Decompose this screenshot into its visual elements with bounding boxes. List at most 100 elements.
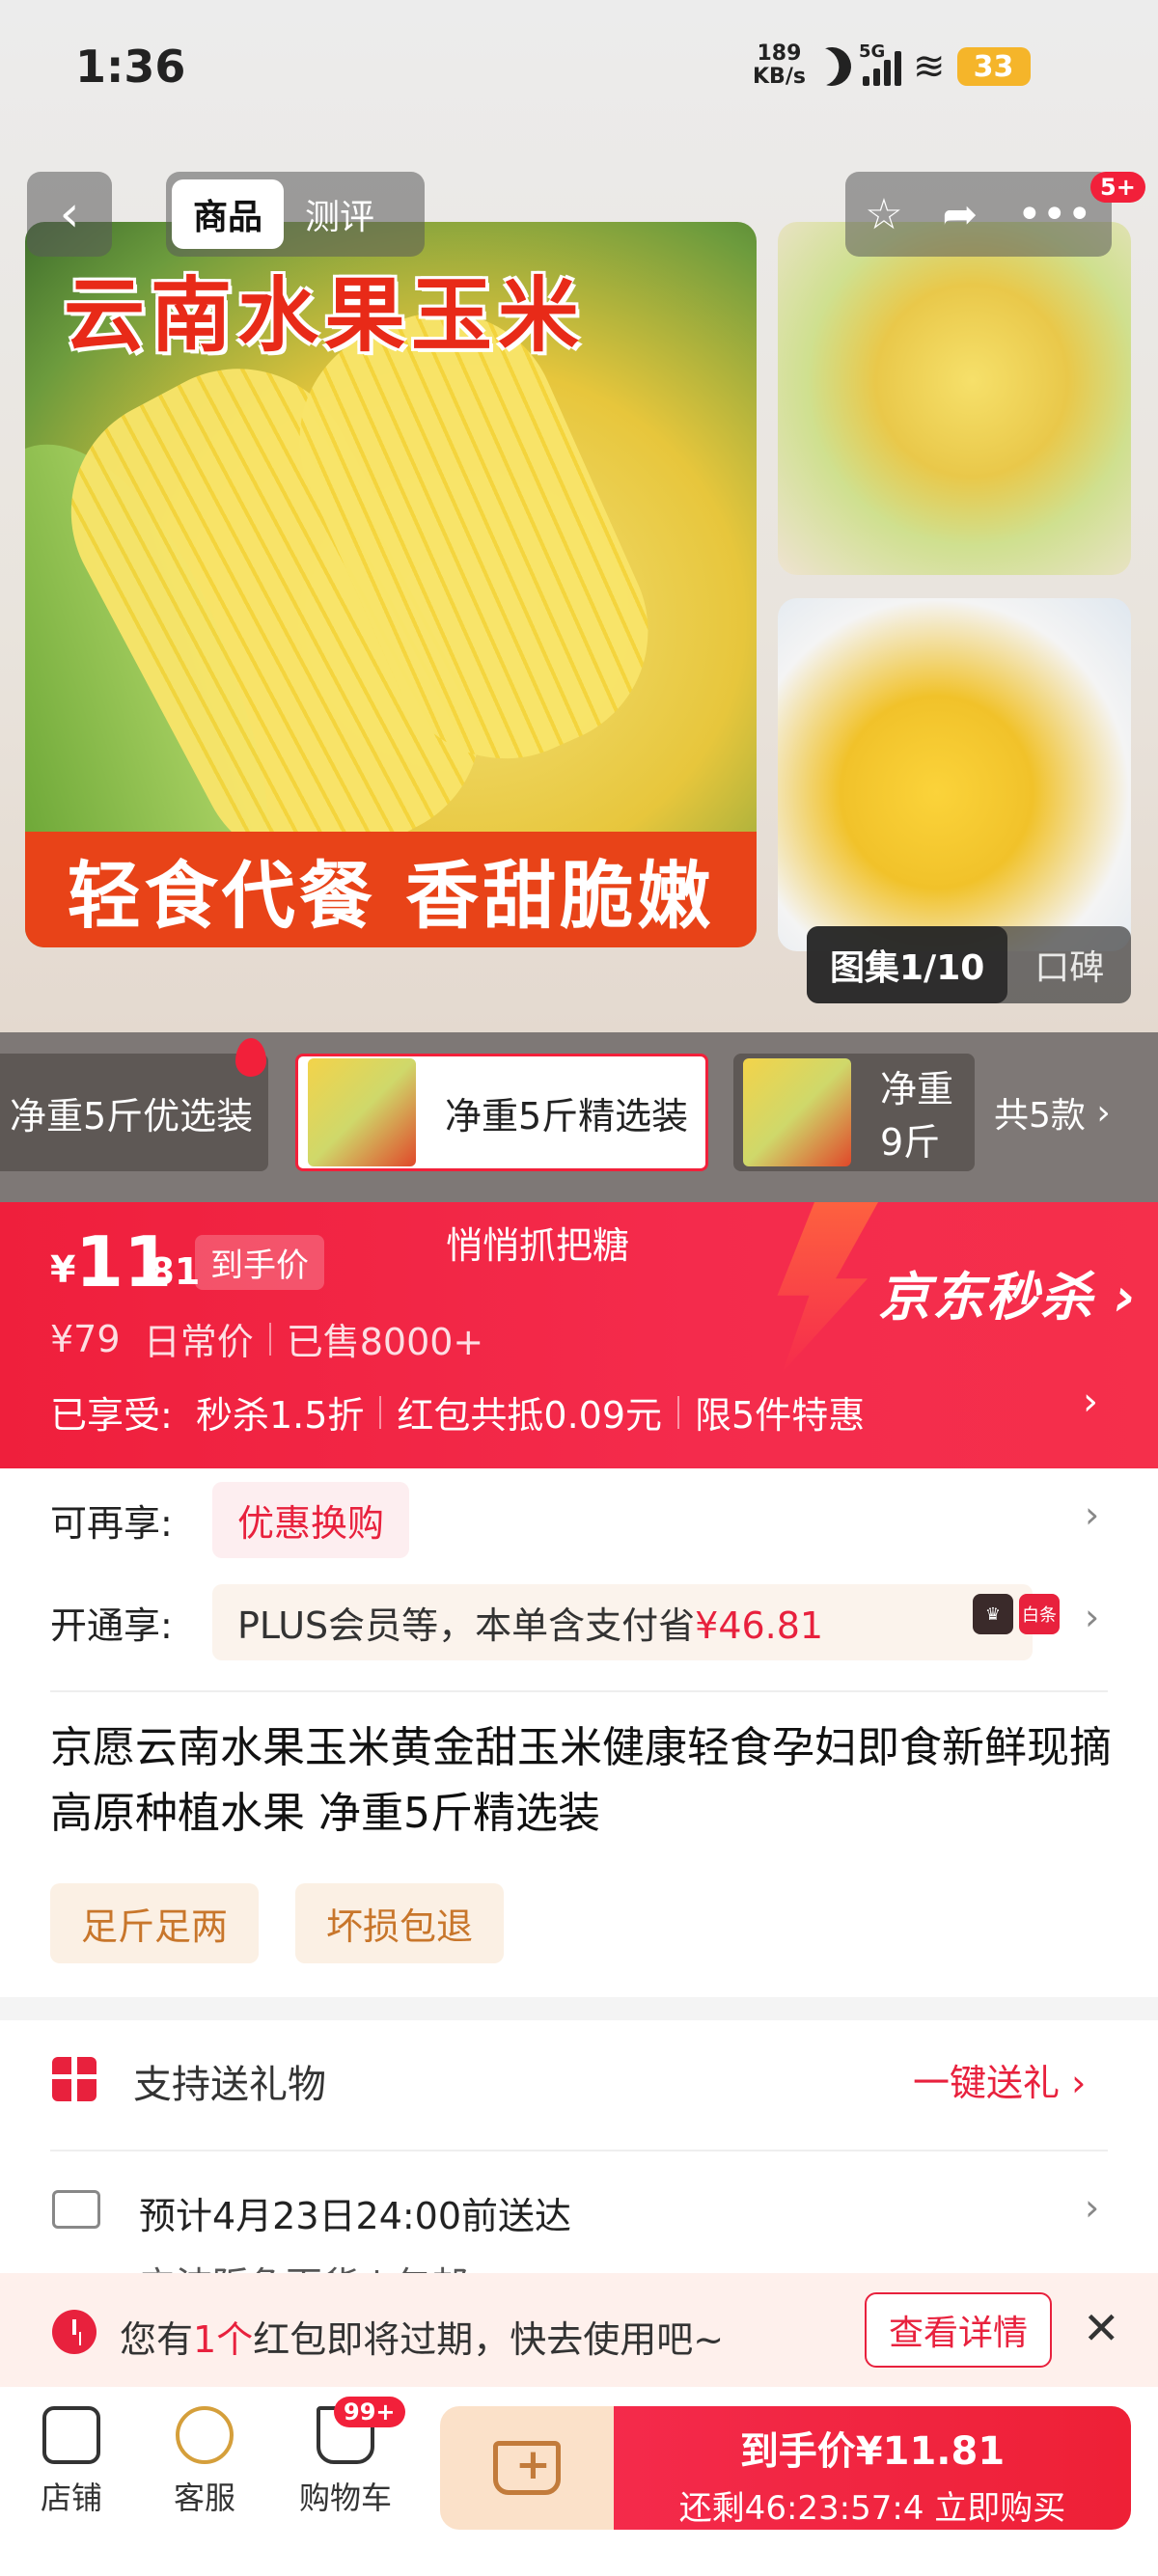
chevron-right-icon: › — [1094, 1267, 1139, 1328]
store-icon — [42, 2406, 100, 2464]
divider — [379, 1395, 382, 1429]
add-cart-icon — [493, 2440, 561, 2495]
lightning-icon — [777, 1202, 878, 1372]
tab-group: 商品 测评 — [166, 172, 425, 257]
promo-item: 秒杀1.5折 — [195, 1394, 365, 1437]
delivery-estimate[interactable]: 预计4月23日24:00前送达 — [139, 2186, 571, 2239]
product-title: 京愿云南水果玉米黄金甜玉米健康轻食孕妇即食新鲜现摘高原种植水果 净重5斤精选装 — [50, 1723, 1112, 1838]
customer-service-button[interactable]: 客服 — [147, 2406, 262, 2518]
divider — [268, 1322, 271, 1356]
network-speed-unit: KB/s — [753, 65, 806, 89]
status-icons: 5G ≋ 33 — [813, 41, 1031, 89]
plus-offer-amount: ¥46.81 — [695, 1604, 824, 1647]
battery-icon: 33 — [956, 47, 1031, 86]
share-icon[interactable]: ➦ — [942, 190, 978, 239]
status-bar: 1:36 189 KB/s 5G ≋ 33 — [0, 0, 1158, 135]
plus-offer-chip[interactable]: PLUS会员等，本单含支付省¥46.81 — [212, 1584, 1033, 1660]
service-label: 客服 — [173, 2480, 235, 2516]
seckill-link[interactable]: 京东秒杀 › — [878, 1254, 1138, 1330]
plus-icons: ♛ 白条 — [973, 1594, 1060, 1634]
network-speed-value: 189 — [757, 41, 802, 66]
star-icon[interactable]: ☆ — [865, 190, 902, 239]
plus-label: 开通享: — [50, 1604, 173, 1647]
price-currency: ¥ — [50, 1248, 76, 1291]
cart-label: 购物车 — [298, 2480, 392, 2516]
wifi-icon: ≋ — [913, 44, 946, 89]
price-bar: ¥ 11 .81 到手价 悄悄抓把糖 京东秒杀 › ¥79 日常价 已售8000… — [0, 1202, 1158, 1468]
notice-prefix: 您有 — [120, 2318, 194, 2361]
variant-total-button[interactable]: 共5款 › — [994, 1054, 1111, 1171]
close-icon[interactable]: ✕ — [1083, 2302, 1120, 2354]
chevron-right-icon[interactable]: › — [1085, 1596, 1099, 1638]
chevron-right-icon: › — [1085, 1092, 1111, 1133]
store-button[interactable]: 店铺 — [14, 2406, 129, 2518]
info-card: 可再享: 优惠换购 › 开通享: PLUS会员等，本单含支付省¥46.81 ♛ … — [0, 1468, 1158, 1997]
truck-icon — [52, 2190, 100, 2229]
promo-item: 红包共抵0.09元 — [397, 1394, 663, 1437]
plus-crown-icon: ♛ — [973, 1594, 1013, 1634]
gift-support-text: 支持送礼物 — [133, 2063, 326, 2107]
price-slogan: 悄悄抓把糖 — [446, 1224, 630, 1267]
tab-product[interactable]: 商品 — [172, 179, 285, 249]
variant-thumbnail — [743, 1058, 851, 1166]
add-to-cart-button[interactable] — [440, 2406, 614, 2530]
gallery-switch[interactable]: 图集1/10 口碑 — [807, 926, 1131, 1003]
cart-badge: 99+ — [334, 2397, 405, 2427]
promo-item: 限5件特惠 — [695, 1394, 866, 1437]
variant-item[interactable]: 净重5斤优选装 — [0, 1054, 268, 1171]
back-button[interactable]: ‹ — [27, 172, 112, 257]
promo-line[interactable]: 已享受: 秒杀1.5折 红包共抵0.09元 限5件特惠 — [50, 1385, 865, 1439]
exchange-offer-chip[interactable]: 优惠换购 — [212, 1482, 410, 1558]
price-subline: ¥79 日常价 已售8000+ — [50, 1312, 483, 1365]
buy-countdown: 还剩46:23:57:4 立即购买 — [678, 2489, 1066, 2528]
offer-label: 可再享: — [50, 1502, 173, 1545]
do-not-disturb-icon — [807, 41, 856, 91]
product-thumbnail-2[interactable] — [778, 598, 1131, 951]
image-title-text: 云南水果玉米 — [64, 268, 586, 363]
notice-text: 您有1个红包即将过期，快去使用吧~ — [120, 2310, 724, 2363]
variant-strip: 净重5斤优选装 净重5斤精选装 净重9斤 共5款 › — [0, 1032, 1158, 1202]
promo-prefix: 已享受: — [50, 1394, 173, 1437]
divider — [50, 2150, 1108, 2151]
seckill-brand: 京东秒杀 — [878, 1267, 1094, 1328]
gift-link-label: 一键送礼 — [913, 2062, 1061, 2104]
plus-offer-text: PLUS会员等，本单含支付省 — [237, 1604, 696, 1647]
image-banner-text: 轻食代餐 香甜脆嫩 — [25, 832, 757, 947]
product-tag[interactable]: 坏损包退 — [295, 1883, 505, 1963]
product-thumbnail-1[interactable] — [778, 222, 1131, 575]
hot-flame-icon — [235, 1038, 266, 1077]
variant-label: 净重5斤精选装 — [445, 1094, 689, 1137]
view-details-button[interactable]: 查看详情 — [865, 2292, 1052, 2368]
variant-total-label: 共5款 — [994, 1096, 1086, 1136]
network-type-label: 5G — [859, 41, 886, 62]
gift-icon — [52, 2057, 96, 2101]
variant-item-selected[interactable]: 净重5斤精选装 — [295, 1054, 708, 1171]
chevron-left-icon: ‹ — [59, 185, 80, 243]
network-speed: 189 KB/s — [753, 42, 806, 89]
header-actions: ☆ ➦ ••• — [845, 172, 1112, 257]
gift-link[interactable]: 一键送礼 › — [913, 2053, 1086, 2106]
gallery-review-tab[interactable]: 口碑 — [1007, 940, 1104, 990]
variant-item[interactable]: 净重9斤 — [733, 1054, 975, 1171]
notice-count: 1个 — [193, 2318, 254, 2361]
buy-price: 到手价¥11.81 — [739, 2429, 1006, 2474]
gallery-count[interactable]: 图集1/10 — [807, 926, 1008, 1003]
tab-review[interactable]: 测评 — [284, 179, 396, 249]
divider — [677, 1395, 680, 1429]
customer-service-icon — [176, 2406, 234, 2464]
original-price-label: 日常价 — [143, 1321, 254, 1363]
product-tag[interactable]: 足斤足两 — [50, 1883, 260, 1963]
main-product-image[interactable]: 云南水果玉米 轻食代餐 香甜脆嫩 — [25, 222, 757, 947]
original-price: ¥79 — [50, 1317, 121, 1360]
more-icon[interactable]: ••• — [1017, 190, 1092, 239]
chevron-right-icon[interactable]: › — [1085, 2186, 1099, 2229]
variant-label: 净重9斤 — [880, 1068, 954, 1164]
buy-now-button[interactable]: 到手价¥11.81 还剩46:23:57:4 立即购买 — [614, 2406, 1131, 2530]
service-card: 支持送礼物 一键送礼 › 预计4月23日24:00前送达 › 宁波阪急百货 | … — [0, 2020, 1158, 2307]
variant-label: 净重5斤优选装 — [10, 1094, 254, 1137]
chevron-right-icon[interactable]: › — [1085, 1494, 1099, 1536]
message-badge: 5+ — [1090, 172, 1145, 203]
chevron-right-icon[interactable]: › — [1083, 1380, 1098, 1424]
divider — [50, 1690, 1108, 1692]
notice-suffix: 红包即将过期，快去使用吧~ — [253, 2318, 725, 2361]
